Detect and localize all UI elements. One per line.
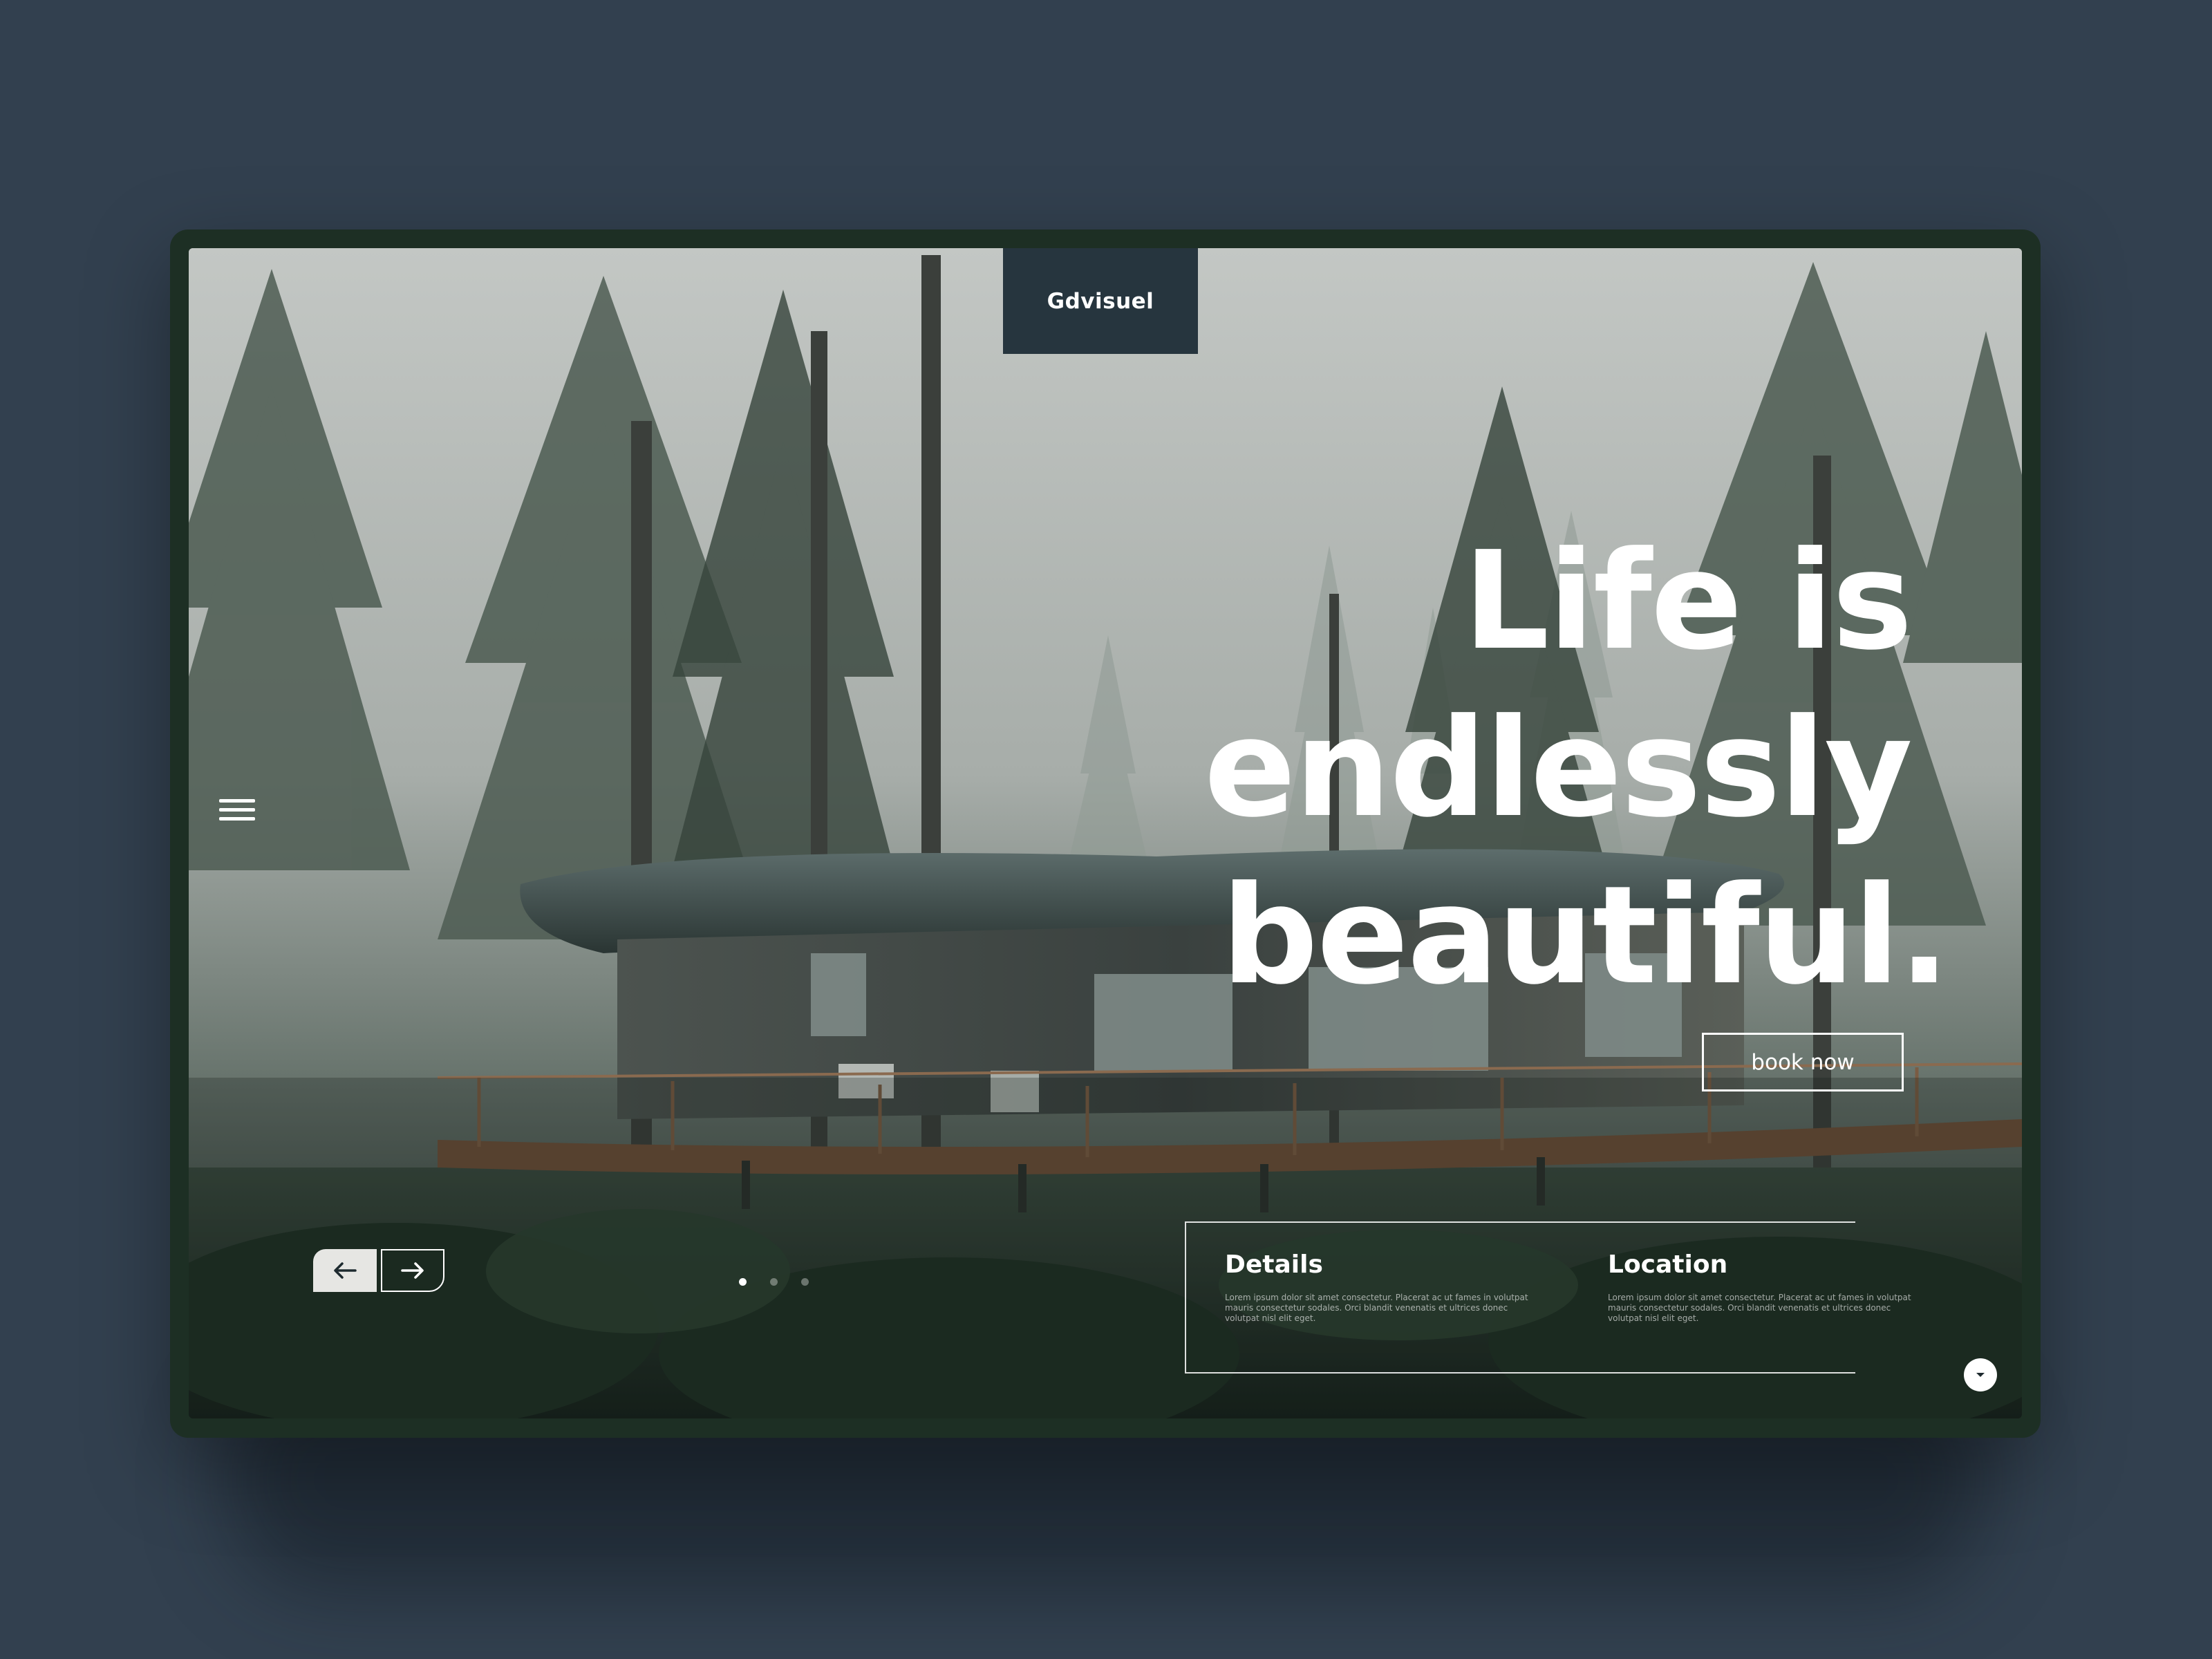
slide-dot[interactable] bbox=[739, 1278, 747, 1286]
device-frame: Gdvisuel Life is endlessly beautiful. bo… bbox=[170, 229, 2041, 1438]
hero-screen: Gdvisuel Life is endlessly beautiful. bo… bbox=[189, 248, 2022, 1418]
slider-arrows bbox=[313, 1249, 444, 1292]
hero-headline: Life is endlessly beautiful. bbox=[1203, 518, 1950, 1020]
location-text: Lorem ipsum dolor sit amet consectetur. … bbox=[1608, 1293, 1911, 1323]
slide-dot[interactable] bbox=[801, 1278, 809, 1286]
headline-line-2: endlessly bbox=[1203, 690, 1913, 847]
chevron-down-icon bbox=[1976, 1373, 1985, 1377]
scroll-down-button[interactable] bbox=[1964, 1358, 1997, 1391]
arrow-right-icon bbox=[401, 1262, 424, 1279]
menu-bar bbox=[219, 798, 255, 803]
slide-dot[interactable] bbox=[770, 1278, 778, 1286]
next-slide-button[interactable] bbox=[381, 1249, 444, 1292]
slide-indicator bbox=[739, 1278, 809, 1286]
menu-bar bbox=[219, 807, 255, 812]
hamburger-menu-icon[interactable] bbox=[219, 791, 262, 827]
details-title[interactable]: Details bbox=[1225, 1250, 1515, 1279]
details-text: Lorem ipsum dolor sit amet consectetur. … bbox=[1225, 1293, 1528, 1323]
location-section: Location Lorem ipsum dolor sit amet cons… bbox=[1608, 1250, 1911, 1324]
location-title[interactable]: Location bbox=[1608, 1250, 1898, 1279]
headline-line-3: beautiful. bbox=[1221, 857, 1950, 1015]
book-now-button[interactable]: book now bbox=[1702, 1033, 1904, 1091]
headline-line-1: Life is bbox=[1463, 523, 1913, 680]
menu-bar bbox=[219, 816, 255, 821]
details-section: Details Lorem ipsum dolor sit amet conse… bbox=[1225, 1250, 1528, 1324]
brand-logo[interactable]: Gdvisuel bbox=[1003, 248, 1198, 354]
previous-slide-button[interactable] bbox=[313, 1249, 377, 1292]
arrow-left-icon bbox=[334, 1262, 357, 1279]
info-panel: Details Lorem ipsum dolor sit amet conse… bbox=[1185, 1221, 1911, 1374]
